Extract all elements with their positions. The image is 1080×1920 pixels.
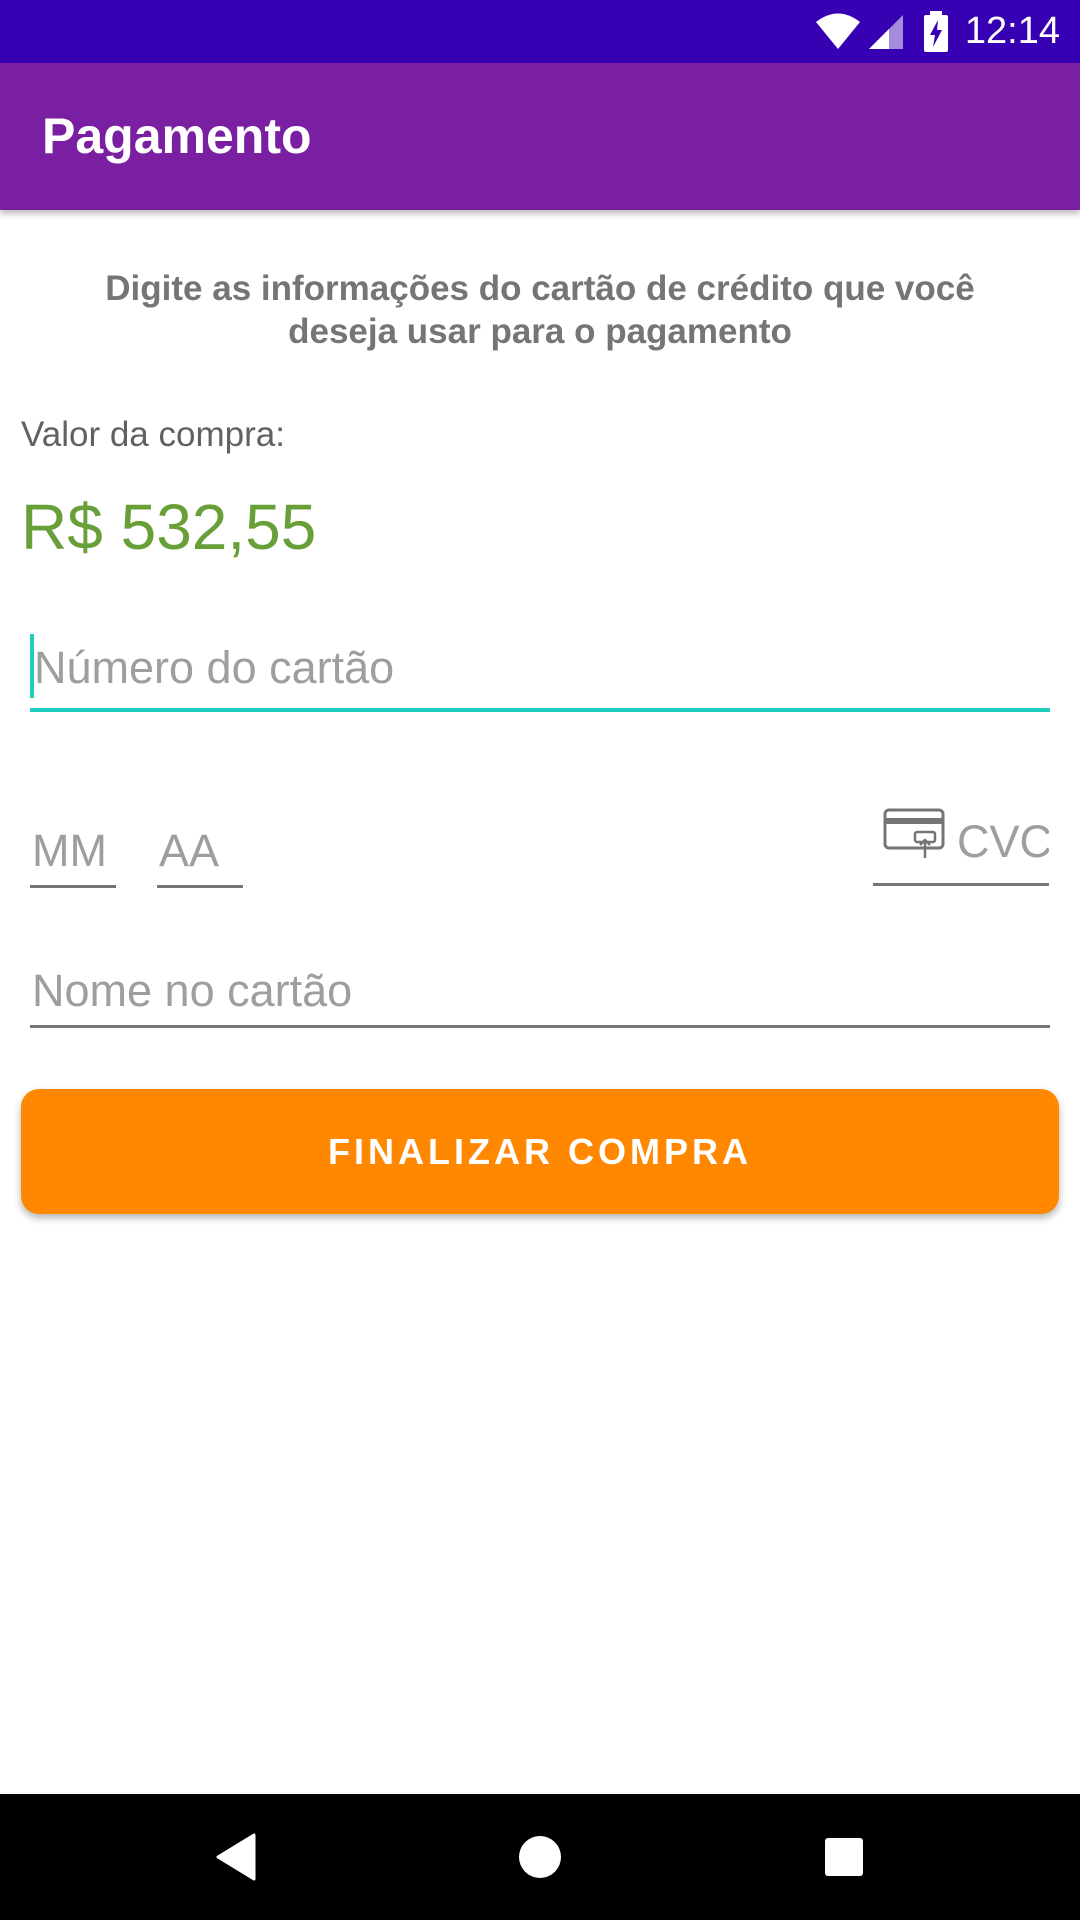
finish-purchase-button[interactable]: FINALIZAR COMPRA <box>21 1089 1059 1214</box>
cvc-input[interactable] <box>957 814 1049 870</box>
expiry-month-input[interactable] <box>32 823 116 879</box>
app-bar: Pagamento <box>0 63 1080 210</box>
expiry-year-input[interactable] <box>159 823 243 879</box>
status-icons: 12:14 <box>815 0 1060 63</box>
status-bar: 12:14 <box>0 0 1080 63</box>
wifi-icon <box>815 13 860 49</box>
page-title: Pagamento <box>42 108 312 164</box>
recents-icon <box>825 1838 863 1876</box>
navigation-bar <box>0 1794 1080 1920</box>
card-name-field-container <box>30 955 1050 1028</box>
battery-charging-icon <box>923 10 948 52</box>
expiry-month-field-container <box>30 815 116 888</box>
home-button[interactable] <box>470 1794 610 1920</box>
instruction-text: Digite as informações do cartão de crédi… <box>105 269 975 351</box>
signal-icon <box>868 14 903 49</box>
back-icon <box>216 1833 256 1881</box>
amount-value: R$ 532,55 <box>21 491 317 563</box>
card-name-input[interactable] <box>32 963 1042 1019</box>
home-icon <box>519 1836 561 1878</box>
expiry-year-field-container <box>157 815 243 888</box>
card-number-field-container <box>30 628 1050 712</box>
recents-button[interactable] <box>774 1794 914 1920</box>
status-time: 12:14 <box>964 10 1060 52</box>
amount-label: Valor da compra: <box>21 415 285 454</box>
card-number-input[interactable] <box>34 638 1034 698</box>
back-button[interactable] <box>166 1794 306 1920</box>
payment-screen: 12:14 Pagamento Digite as informações do… <box>0 0 1080 1920</box>
cvc-field-container <box>873 800 1049 886</box>
card-cvc-icon <box>883 808 945 858</box>
